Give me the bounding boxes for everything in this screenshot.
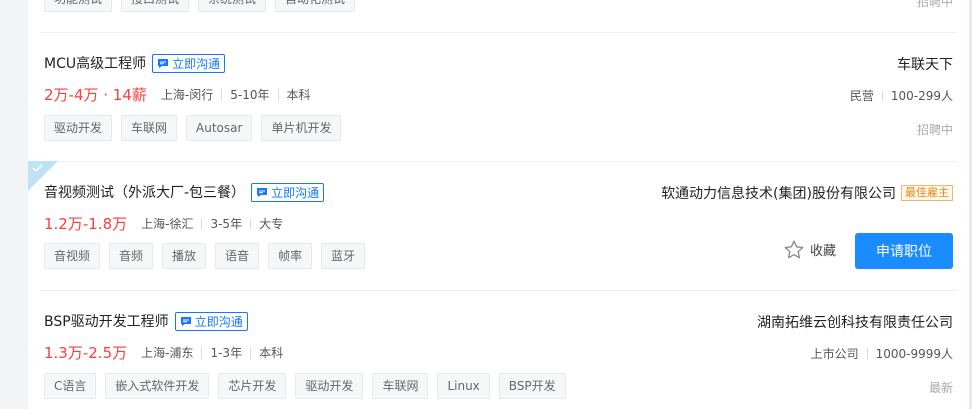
- job-tag: 嵌入式软件开发: [105, 373, 210, 399]
- job-tag: 功能测试: [44, 0, 113, 12]
- company-name[interactable]: 软通动力信息技术(集团)股份有限公司: [661, 183, 896, 203]
- separator: [866, 347, 868, 360]
- job-meta-row: 2万-4万 · 14薪 上海-闵行 5-10年 本科: [44, 84, 311, 105]
- experience: 3-5年: [210, 217, 243, 231]
- company-block: 软通动力信息技术(集团)股份有限公司 最佳雇主: [661, 183, 953, 203]
- top-partial-tags: 功能测试 接口测试 系统测试 自动化测试: [44, 0, 364, 12]
- job-tag: 驱动开发: [44, 115, 113, 141]
- salary: 1.2万-1.8万: [44, 215, 128, 233]
- job-tag: 帧率: [268, 243, 313, 269]
- job-tags: 音视频 音频 播放 语音 帧率 蓝牙: [44, 243, 374, 269]
- education: 本科: [286, 88, 311, 102]
- location: 上海-闵行: [160, 88, 214, 102]
- job-tag: 系统测试: [198, 0, 267, 12]
- job-tag: 音频: [109, 243, 154, 269]
- job-tag: 单片机开发: [261, 115, 342, 141]
- job-tags: C语言 嵌入式软件开发 芯片开发 驱动开发 车联网 Linux BSP开发: [44, 373, 575, 399]
- education: 本科: [259, 346, 284, 360]
- job-tag: 音视频: [44, 243, 101, 269]
- company-size: 1000-9999人: [875, 347, 953, 361]
- chat-now-button[interactable]: 立即沟通: [152, 53, 226, 73]
- chat-icon: [158, 58, 169, 68]
- favorite-button[interactable]: 收藏: [784, 240, 836, 259]
- job-title-row: BSP驱动开发工程师 立即沟通: [44, 311, 248, 331]
- experience: 1-3年: [210, 346, 243, 360]
- job-tag: Linux: [437, 373, 490, 399]
- job-tag: 车联网: [372, 373, 429, 399]
- chat-now-button[interactable]: 立即沟通: [174, 311, 248, 331]
- check-icon: [32, 164, 43, 173]
- separator: [881, 89, 883, 102]
- experience: 5-10年: [230, 88, 270, 102]
- chat-now-label: 立即沟通: [271, 185, 320, 200]
- company-size: 100-299人: [890, 89, 953, 103]
- separator: [201, 217, 203, 230]
- job-title[interactable]: BSP驱动开发工程师: [44, 311, 169, 331]
- chat-icon: [257, 187, 268, 197]
- separator: [250, 217, 252, 230]
- company-meta-row: 民营 100-299人: [850, 87, 953, 104]
- apply-button[interactable]: 申请职位: [855, 233, 953, 269]
- location: 上海-浦东: [141, 346, 194, 360]
- job-tag: BSP开发: [498, 373, 566, 399]
- salary: 1.3万-2.5万: [44, 344, 128, 362]
- job-tag: Autosar: [186, 115, 253, 141]
- separator: [201, 346, 203, 359]
- job-tag: 蓝牙: [321, 243, 366, 269]
- best-employer-badge: 最佳雇主: [901, 185, 953, 201]
- separator: [277, 88, 279, 101]
- star-icon: [784, 240, 804, 259]
- job-status: 最新: [928, 381, 953, 395]
- location: 上海-徐汇: [141, 217, 194, 231]
- job-list-panel: 功能测试 接口测试 系统测试 自动化测试 招聘中 MCU高级工程师 立即沟通 车…: [28, 0, 969, 409]
- favorite-label: 收藏: [809, 244, 836, 259]
- divider: [40, 32, 957, 33]
- job-title[interactable]: MCU高级工程师: [44, 53, 146, 73]
- company-type: 上市公司: [810, 347, 859, 361]
- job-tag: 车联网: [121, 115, 178, 141]
- chat-now-button[interactable]: 立即沟通: [251, 182, 325, 202]
- company-name[interactable]: 车联天下: [897, 54, 953, 74]
- job-tag: 驱动开发: [295, 373, 364, 399]
- job-tag: C语言: [44, 373, 97, 399]
- job-title-row: 音视频测试（外派大厂-包三餐） 立即沟通: [44, 182, 325, 202]
- salary: 2万-4万 · 14薪: [44, 86, 147, 104]
- job-tag: 芯片开发: [218, 373, 287, 399]
- job-tag: 自动化测试: [275, 0, 356, 12]
- chat-now-label: 立即沟通: [194, 314, 243, 329]
- chat-now-label: 立即沟通: [172, 56, 221, 71]
- divider: [40, 161, 957, 162]
- job-tag: 语音: [215, 243, 260, 269]
- job-status: 招聘中: [916, 0, 953, 9]
- divider: [40, 290, 957, 291]
- job-title-row: MCU高级工程师 立即沟通: [44, 53, 226, 73]
- job-title[interactable]: 音视频测试（外派大厂-包三餐）: [44, 182, 245, 202]
- separator: [250, 346, 252, 359]
- company-meta-row: 上市公司 1000-9999人: [811, 345, 953, 362]
- education: 大专: [259, 217, 284, 231]
- separator: [221, 88, 223, 101]
- job-status: 招聘中: [916, 123, 953, 137]
- chat-icon: [180, 316, 191, 326]
- job-meta-row: 1.2万-1.8万 上海-徐汇 3-5年 大专: [44, 213, 283, 234]
- job-meta-row: 1.3万-2.5万 上海-浦东 1-3年 本科: [44, 342, 283, 363]
- job-tags: 驱动开发 车联网 Autosar 单片机开发: [44, 115, 350, 141]
- company-type: 民营: [849, 89, 874, 103]
- company-name[interactable]: 湖南拓维云创科技有限责任公司: [757, 312, 953, 332]
- job-tag: 播放: [162, 243, 207, 269]
- job-tag: 接口测试: [121, 0, 190, 12]
